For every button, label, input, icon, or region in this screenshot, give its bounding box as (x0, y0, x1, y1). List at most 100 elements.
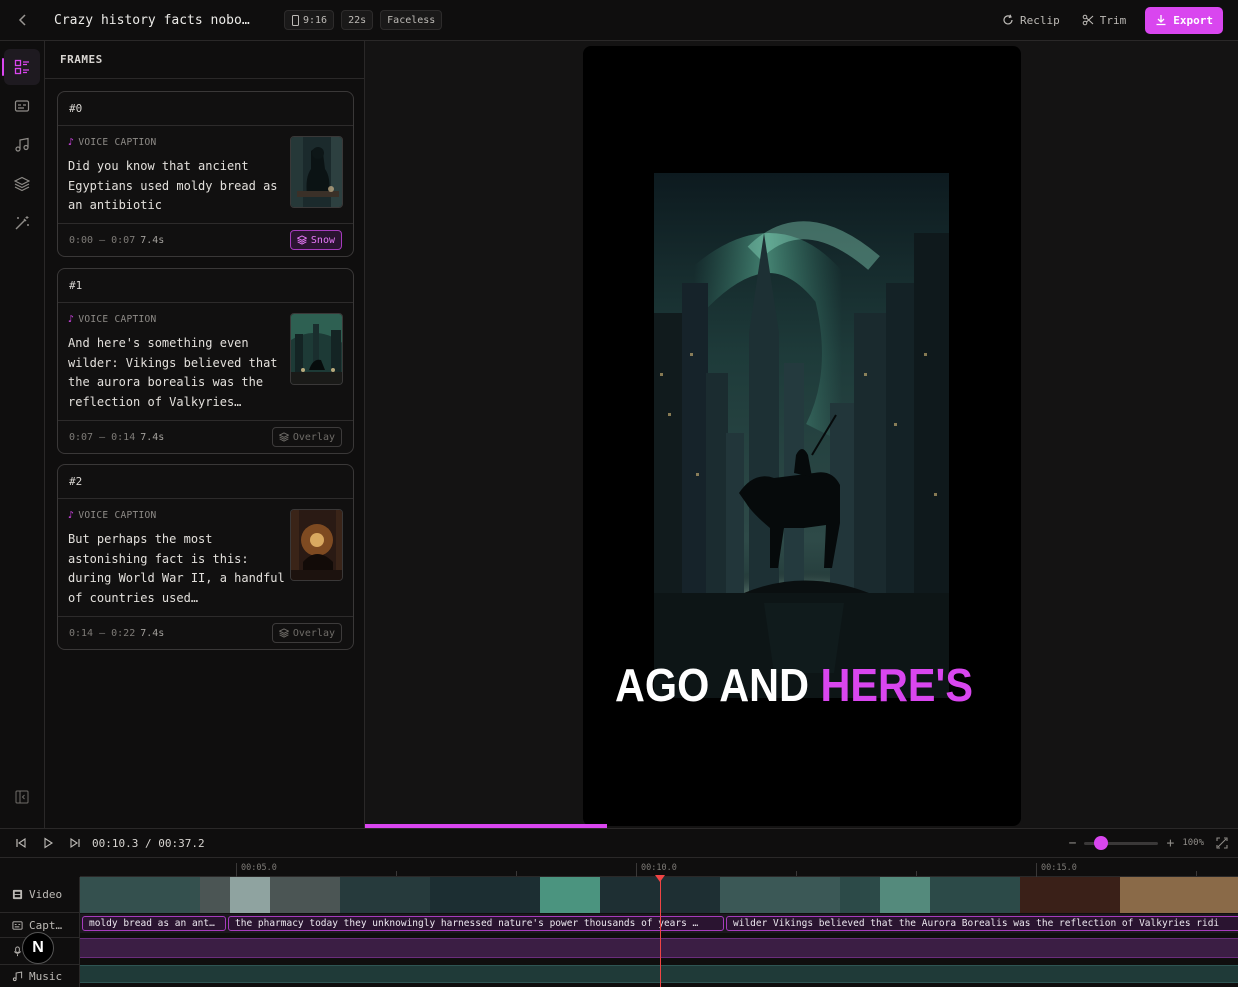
effect-badge[interactable]: Overlay (271, 427, 342, 447)
captions-track[interactable]: moldy bread as an ant… the pharmacy toda… (80, 914, 1238, 933)
frame-id: #0 (58, 92, 353, 126)
effect-label: Overlay (292, 431, 335, 443)
frame-caption[interactable]: But perhaps the most astonishing fact is… (68, 530, 288, 608)
caption-clip[interactable]: moldy bread as an ant… (82, 916, 226, 931)
voice-caption-text: VOICE CAPTION (78, 510, 157, 521)
voice-caption-label: ♪ VOICE CAPTION (68, 510, 157, 521)
assistant-button[interactable]: N (22, 932, 54, 964)
rail-magic-button[interactable] (4, 205, 40, 241)
music-track[interactable] (80, 965, 1238, 983)
caption-active-word: HERE'S (820, 659, 973, 711)
frame-range: 0:00 – 0:07 (69, 234, 136, 246)
skip-forward-button[interactable] (61, 830, 88, 857)
timeline: 00:10.3 / 00:37.2 − + 100% 00:05.0 00:10… (0, 828, 1238, 987)
rail-frames-button[interactable] (2, 49, 40, 85)
frame-footer: 0:00 – 0:07 7.4s Snow (58, 224, 353, 256)
fullscreen-icon[interactable] (1216, 837, 1228, 849)
frame-body[interactable]: ♪ VOICE CAPTION And here's something even… (58, 303, 353, 421)
effect-badge[interactable]: Snow (289, 230, 342, 250)
trim-button[interactable]: Trim (1073, 7, 1136, 33)
icon-rail (0, 41, 45, 828)
frames-panel: FRAMES #0 ♪ VOICE CAPTION Did you know th… (45, 41, 365, 828)
scissors-icon (1082, 14, 1094, 26)
project-title[interactable]: Crazy history facts nobo… (54, 13, 264, 28)
thumbnail-image (291, 510, 342, 580)
play-button[interactable] (34, 830, 61, 857)
frame-range: 0:14 – 0:22 (69, 627, 136, 639)
music-icon (12, 971, 23, 982)
captions-icon (14, 100, 30, 112)
ruler-label: 00:05.0 (236, 863, 277, 877)
effect-label: Overlay (292, 627, 335, 639)
zoom-in-icon[interactable]: + (1166, 836, 1174, 851)
thumbnail-image (291, 137, 342, 207)
ruler-tick (516, 871, 517, 876)
frame-thumbnail[interactable] (290, 313, 343, 385)
playhead[interactable] (655, 875, 665, 987)
frame-footer: 0:14 – 0:22 7.4s Overlay (58, 617, 353, 649)
style-chip[interactable]: Faceless (380, 10, 443, 30)
ruler-tick (916, 871, 917, 876)
frame-card[interactable]: #0 ♪ VOICE CAPTION Did you know that anci… (57, 91, 354, 257)
duration-chip[interactable]: 22s (341, 10, 374, 30)
frame-range: 0:07 – 0:14 (69, 431, 136, 443)
film-icon (12, 889, 23, 900)
rail-music-button[interactable] (4, 127, 40, 163)
frame-body[interactable]: ♪ VOICE CAPTION Did you know that ancient… (58, 126, 353, 224)
timeline-controls: 00:10.3 / 00:37.2 − + 100% (0, 829, 1238, 858)
effect-badge[interactable]: Overlay (271, 623, 342, 643)
track-label-video[interactable]: Video (0, 877, 80, 913)
frame-duration: 7.4s (140, 234, 165, 246)
rail-layers-button[interactable] (4, 166, 40, 202)
video-track[interactable] (80, 877, 1238, 913)
export-button[interactable]: Export (1145, 6, 1223, 34)
aspect-ratio-label: 9:16 (303, 14, 328, 26)
frame-card[interactable]: #2 ♪ VOICE CAPTION But perhaps the most a… (57, 464, 354, 650)
frame-thumbnail[interactable] (290, 136, 343, 208)
frame-id: #2 (58, 465, 353, 499)
effect-label: Snow (310, 234, 335, 246)
zoom-level: 100% (1182, 838, 1204, 848)
frame-card[interactable]: #1 ♪ VOICE CAPTION And here's something e… (57, 268, 354, 454)
play-icon (43, 837, 53, 849)
top-bar: Crazy history facts nobo… 9:16 22s Facel… (0, 0, 1238, 41)
rail-captions-button[interactable] (4, 88, 40, 124)
frame-body[interactable]: ♪ VOICE CAPTION But perhaps the most asto… (58, 499, 353, 617)
reclip-button[interactable]: Reclip (993, 7, 1069, 33)
frames-heading: FRAMES (45, 41, 364, 79)
zoom-slider[interactable] (1084, 835, 1159, 850)
aurora-knight-scene (654, 173, 949, 698)
playhead-handle[interactable] (655, 875, 665, 882)
frame-caption[interactable]: Did you know that ancient Egyptians used… (68, 157, 288, 216)
total-time: 00:37.2 (158, 836, 205, 850)
music-note-icon: ♪ (68, 314, 75, 325)
time-separator: / (144, 836, 152, 850)
skip-back-button[interactable] (7, 830, 34, 857)
back-button[interactable] (8, 5, 38, 35)
track-label-music[interactable]: Music (0, 966, 80, 987)
frame-thumbnail[interactable] (290, 509, 343, 581)
layers-icon (14, 176, 30, 192)
track-name: Music (29, 970, 63, 983)
music-note-icon: ♪ (68, 510, 75, 521)
zoom-controls: − + 100% (1069, 835, 1228, 851)
voice-track[interactable] (80, 938, 1238, 958)
zoom-slider-knob[interactable] (1094, 835, 1109, 850)
preview-caption: AGO AND HERE'S (615, 658, 973, 712)
ruler-tick (796, 871, 797, 876)
trim-label: Trim (1099, 13, 1127, 27)
video-filmstrip (80, 877, 1238, 913)
voice-caption-label: ♪ VOICE CAPTION (68, 314, 157, 325)
caption-clip[interactable]: the pharmacy today they unknowingly harn… (228, 916, 724, 931)
frame-caption[interactable]: And here's something even wilder: Viking… (68, 334, 288, 412)
collapse-sidebar-button[interactable] (4, 779, 40, 815)
magic-wand-icon (15, 216, 29, 230)
zoom-out-icon[interactable]: − (1069, 836, 1077, 851)
phone-icon (292, 14, 299, 26)
video-preview[interactable]: AGO AND HERE'S (583, 46, 1021, 826)
reclip-label: Reclip (1020, 13, 1060, 27)
captions-icon (12, 921, 23, 930)
voice-caption-text: VOICE CAPTION (78, 314, 157, 325)
aspect-ratio-chip[interactable]: 9:16 (284, 10, 335, 30)
caption-clip[interactable]: wilder Vikings believed that the Aurora … (726, 916, 1238, 931)
